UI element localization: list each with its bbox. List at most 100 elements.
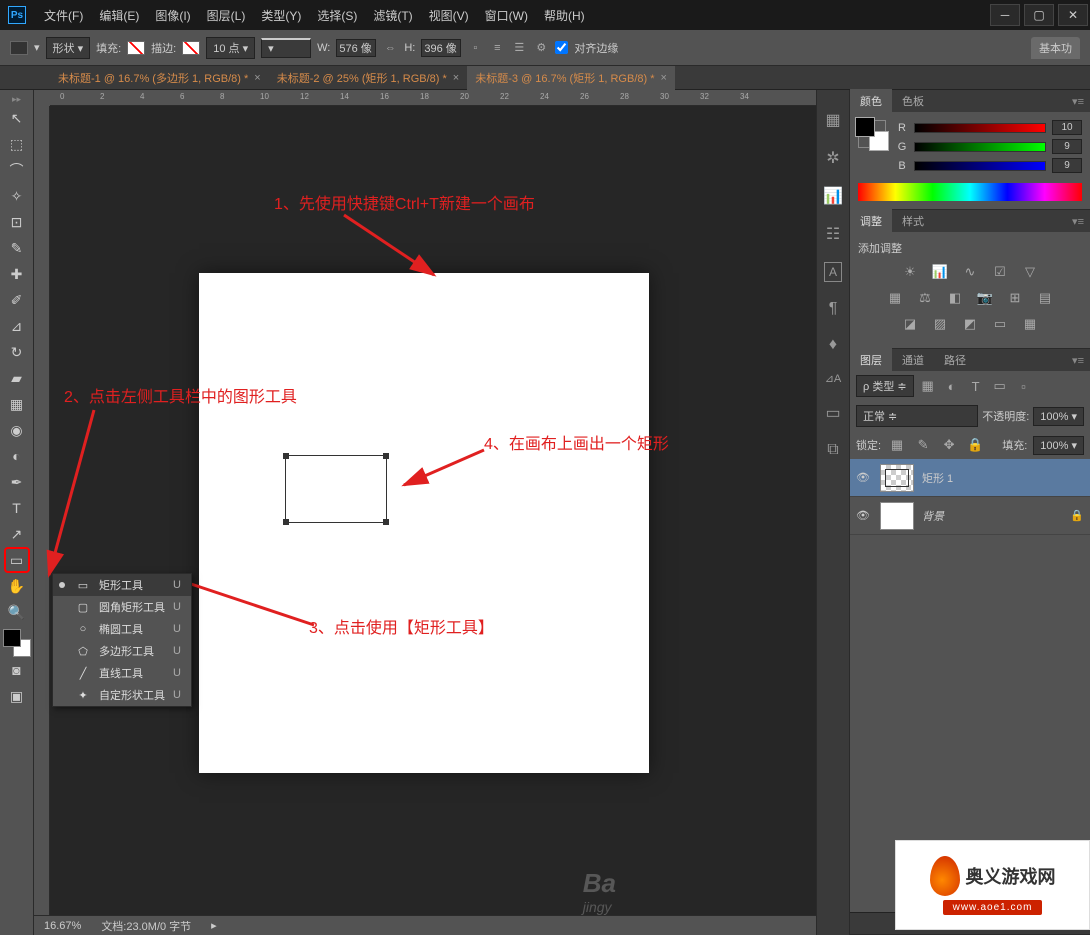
- lock-pos-icon[interactable]: ✥: [939, 435, 959, 455]
- menu-file[interactable]: 文件(F): [36, 7, 91, 24]
- tab-channels[interactable]: 通道: [892, 348, 934, 372]
- spectrum-picker[interactable]: [858, 183, 1082, 201]
- menu-image[interactable]: 图像(I): [147, 7, 198, 24]
- flyout-rounded-rect[interactable]: ▢圆角矩形工具U: [53, 596, 191, 618]
- notes-icon[interactable]: ▭: [825, 403, 840, 423]
- flyout-line[interactable]: ╱直线工具U: [53, 662, 191, 684]
- curves-icon[interactable]: ∿: [960, 262, 980, 282]
- lock-all-icon[interactable]: 🔒: [965, 435, 985, 455]
- b-value[interactable]: [1052, 158, 1082, 173]
- stroke-style-dropdown[interactable]: ▾: [261, 38, 311, 58]
- crop-tool[interactable]: ⊡: [4, 209, 30, 235]
- clone-icon[interactable]: ⧉: [827, 441, 838, 459]
- shape-mode-dropdown[interactable]: 形状 ▾: [46, 37, 91, 59]
- close-icon[interactable]: ×: [661, 72, 667, 84]
- menu-select[interactable]: 选择(S): [309, 7, 365, 24]
- tab-color[interactable]: 颜色: [850, 89, 892, 113]
- height-input[interactable]: [421, 39, 461, 57]
- gradient-map-icon[interactable]: ▭: [990, 314, 1010, 334]
- char-styles-panel-icon[interactable]: ♦: [829, 336, 837, 354]
- paragraph-panel-icon[interactable]: ¶: [829, 300, 838, 318]
- menu-type[interactable]: 类型(Y): [253, 7, 309, 24]
- close-icon[interactable]: ×: [254, 72, 260, 84]
- tab-styles[interactable]: 样式: [892, 209, 934, 233]
- visibility-icon[interactable]: 👁: [856, 509, 872, 522]
- g-value[interactable]: [1052, 139, 1082, 154]
- marquee-tool[interactable]: ⬚: [4, 131, 30, 157]
- path-ops-icon[interactable]: ▫: [467, 40, 483, 56]
- panel-menu-icon[interactable]: ▾≡: [1066, 95, 1090, 108]
- path-select-tool[interactable]: ↗: [4, 521, 30, 547]
- magic-wand-tool[interactable]: ✧: [4, 183, 30, 209]
- selective-color-icon[interactable]: ▦: [1020, 314, 1040, 334]
- menu-filter[interactable]: 滤镜(T): [365, 7, 420, 24]
- layer-row-background[interactable]: 👁 背景 🔒: [850, 497, 1090, 535]
- layer-row-shape[interactable]: 👁 矩形 1: [850, 459, 1090, 497]
- actions-panel-icon[interactable]: ✲: [826, 148, 839, 168]
- gear-icon[interactable]: ⚙: [533, 40, 549, 56]
- brushes-panel-icon[interactable]: ☷: [826, 224, 840, 244]
- flyout-ellipse[interactable]: ○椭圆工具U: [53, 618, 191, 640]
- tool-preset-icon[interactable]: [10, 41, 28, 55]
- doc-tab-1[interactable]: 未标题-1 @ 16.7% (多边形 1, RGB/8) *×: [50, 66, 269, 90]
- eyedropper-tool[interactable]: ✎: [4, 235, 30, 261]
- fill-input[interactable]: 100% ▾: [1033, 436, 1084, 455]
- maximize-button[interactable]: ▢: [1024, 4, 1054, 26]
- tab-swatches[interactable]: 色板: [892, 89, 934, 113]
- bw-icon[interactable]: ◧: [945, 288, 965, 308]
- photo-filter-icon[interactable]: 📷: [975, 288, 995, 308]
- doc-tab-3[interactable]: 未标题-3 @ 16.7% (矩形 1, RGB/8) *×: [467, 66, 675, 90]
- tab-layers[interactable]: 图层: [850, 348, 892, 372]
- stamp-tool[interactable]: ⊿: [4, 313, 30, 339]
- hand-tool[interactable]: ✋: [4, 573, 30, 599]
- healing-tool[interactable]: ✚: [4, 261, 30, 287]
- filter-type-dropdown[interactable]: ρ 类型 ≑: [856, 375, 914, 397]
- type-tool[interactable]: T: [4, 495, 30, 521]
- gradient-tool[interactable]: ▦: [4, 391, 30, 417]
- flyout-custom-shape[interactable]: ✦自定形状工具U: [53, 684, 191, 706]
- layer-name[interactable]: 矩形 1: [922, 470, 1084, 486]
- layer-thumbnail[interactable]: [880, 464, 914, 492]
- hue-icon[interactable]: ▦: [885, 288, 905, 308]
- flyout-rectangle[interactable]: ▭矩形工具U: [53, 574, 191, 596]
- pen-tool[interactable]: ✒: [4, 469, 30, 495]
- history-brush-tool[interactable]: ↻: [4, 339, 30, 365]
- color-fgbg-swatch[interactable]: [858, 120, 886, 148]
- align-edges-checkbox[interactable]: [555, 41, 568, 54]
- link-icon[interactable]: ⇔: [382, 40, 398, 56]
- para-styles-panel-icon[interactable]: ⊿A: [825, 372, 842, 385]
- flyout-polygon[interactable]: ⬠多边形工具U: [53, 640, 191, 662]
- minimize-button[interactable]: ─: [990, 4, 1020, 26]
- blend-mode-dropdown[interactable]: 正常 ≑: [856, 405, 978, 427]
- lut-icon[interactable]: ▤: [1035, 288, 1055, 308]
- brightness-icon[interactable]: ☀: [900, 262, 920, 282]
- canvas-area[interactable]: 02 46 810 1214 1618 2022 2426 2830 3234 …: [34, 90, 816, 935]
- opacity-input[interactable]: 100% ▾: [1033, 407, 1084, 426]
- balance-icon[interactable]: ⚖: [915, 288, 935, 308]
- posterize-icon[interactable]: ▨: [930, 314, 950, 334]
- canvas[interactable]: [199, 273, 649, 773]
- r-slider[interactable]: [914, 123, 1046, 133]
- tab-paths[interactable]: 路径: [934, 348, 976, 372]
- exposure-icon[interactable]: ☑: [990, 262, 1010, 282]
- dodge-tool[interactable]: ◐: [4, 443, 30, 469]
- levels-icon[interactable]: 📊: [930, 262, 950, 282]
- stroke-width-dropdown[interactable]: 10 点 ▾: [206, 37, 255, 59]
- threshold-icon[interactable]: ◩: [960, 314, 980, 334]
- workspace-button[interactable]: 基本功: [1031, 37, 1080, 59]
- stroke-swatch[interactable]: [182, 41, 200, 55]
- close-button[interactable]: ✕: [1058, 4, 1088, 26]
- channel-mixer-icon[interactable]: ⊞: [1005, 288, 1025, 308]
- align-icon[interactable]: ≡: [489, 40, 505, 56]
- blur-tool[interactable]: ◉: [4, 417, 30, 443]
- g-slider[interactable]: [914, 142, 1046, 152]
- eraser-tool[interactable]: ▰: [4, 365, 30, 391]
- width-input[interactable]: [336, 39, 376, 57]
- lock-paint-icon[interactable]: ✎: [913, 435, 933, 455]
- properties-panel-icon[interactable]: 📊: [823, 186, 843, 206]
- screenmode-tool[interactable]: ▣: [4, 683, 30, 709]
- foreground-color-swatch[interactable]: [3, 629, 21, 647]
- arrange-icon[interactable]: ☰: [511, 40, 527, 56]
- zoom-level[interactable]: 16.67%: [44, 920, 81, 932]
- brush-tool[interactable]: ✐: [4, 287, 30, 313]
